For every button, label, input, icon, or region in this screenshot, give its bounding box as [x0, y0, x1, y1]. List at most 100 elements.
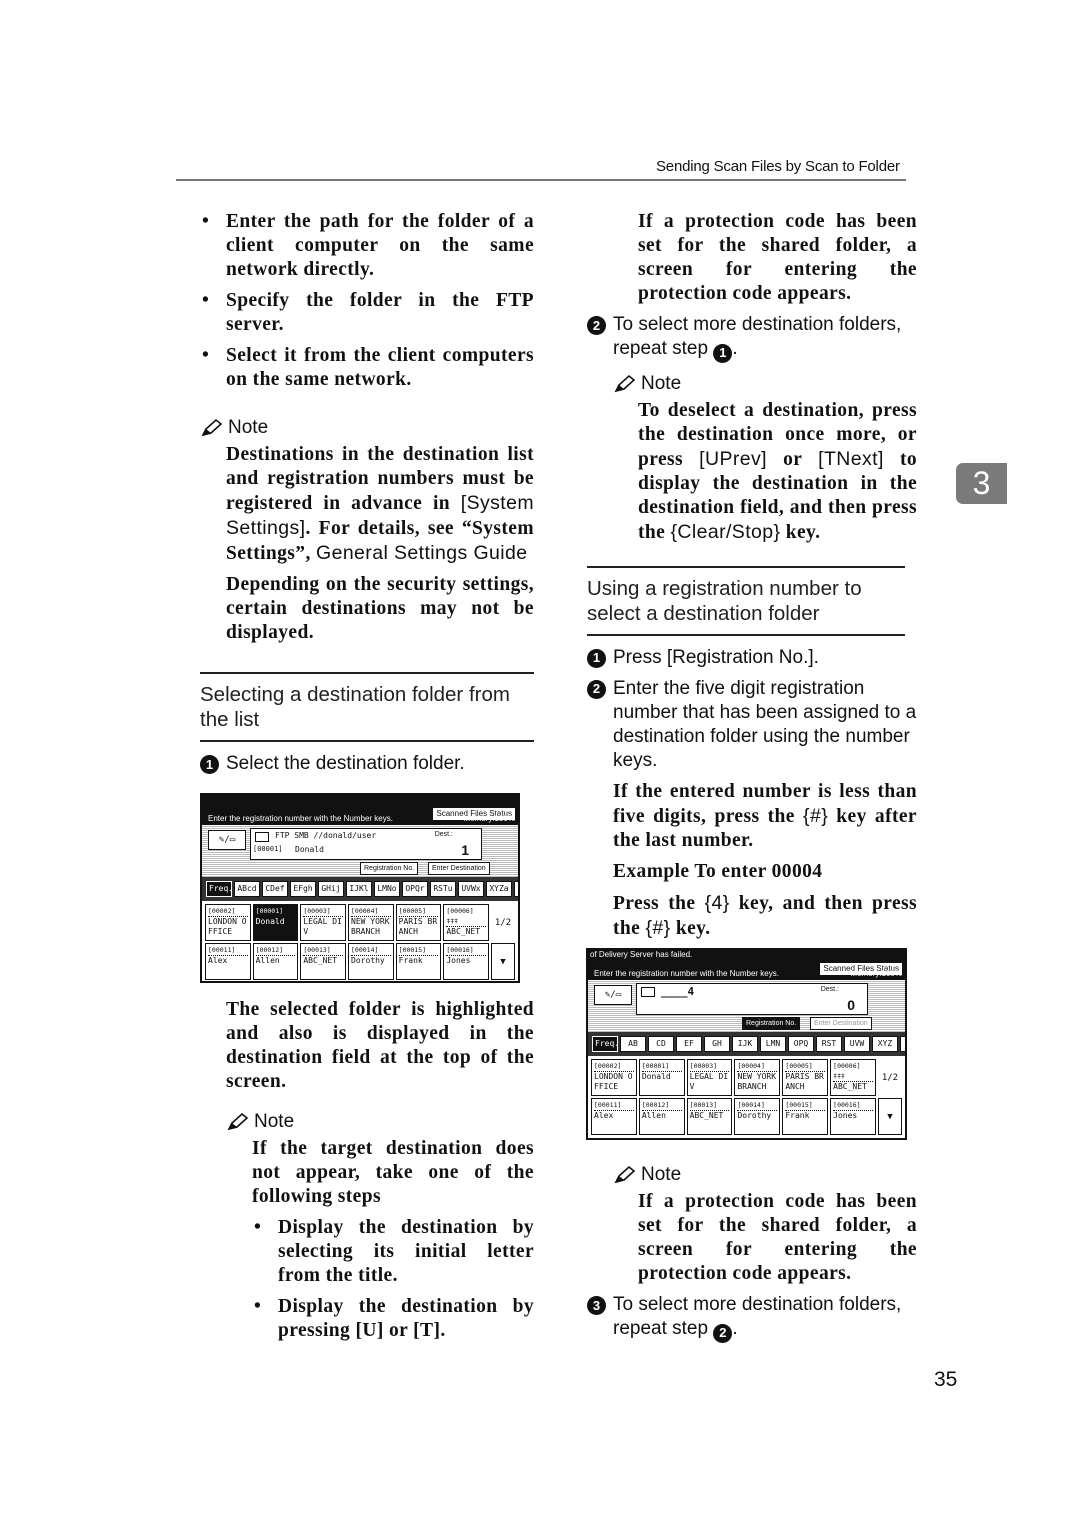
step-2: 2 To select more destination folders, re… — [587, 313, 917, 363]
tab-ijk[interactable]: IJK — [732, 1036, 758, 1052]
note-paragraph: If a protection code has been set for th… — [638, 1191, 917, 1284]
tab-cd[interactable]: CD — [648, 1036, 674, 1052]
destination-key[interactable]: [00002] LONDON O FFICE — [205, 904, 251, 941]
registration-no-button[interactable]: Registration No. — [742, 1017, 801, 1030]
tab-ab[interactable]: AB — [620, 1036, 646, 1052]
tab-xyz[interactable]: XYZ — [872, 1036, 898, 1052]
search-destination-icon[interactable]: ✎⚲ — [900, 1036, 905, 1052]
destination-field: FTP SMB //donald/user [00001] Donald Des… — [250, 828, 482, 860]
enter-destination-button[interactable]: Enter Destination — [428, 862, 490, 875]
registration-number-entry[interactable]: ____4 — [661, 985, 694, 998]
pencil-icon — [201, 418, 223, 437]
note-heading: Note — [226, 1109, 534, 1135]
tab-gh[interactable]: GH — [704, 1036, 730, 1052]
destination-key[interactable]: [00011] Alex — [205, 943, 251, 980]
destination-key[interactable]: [00014] Dorothy — [734, 1098, 781, 1135]
tab-xyza[interactable]: XYZa — [486, 881, 512, 897]
note-heading: Note — [587, 1162, 917, 1188]
step-3: 3 To select more destination folders, re… — [587, 1293, 917, 1343]
right-column: If a protection code has been set for th… — [587, 210, 917, 948]
destination-key[interactable]: [00012] Allen — [638, 1098, 685, 1135]
step-number-badge: 2 — [587, 679, 606, 699]
step-2: 2 Enter the five digit registration numb… — [587, 677, 917, 773]
tab-rst[interactable]: RST — [816, 1036, 842, 1052]
destination-name: ABC_NET — [303, 956, 338, 965]
destination-area: ✎/▭ FTP SMB //donald/user [00001] Donald… — [202, 825, 518, 877]
destination-name: LONDON O FFICE — [594, 1072, 633, 1091]
destination-name: PARIS BR ANCH — [398, 917, 438, 936]
destination-key[interactable]: [00016] Jones — [830, 1098, 876, 1135]
registration-number: [00014] — [351, 945, 391, 956]
destination-name: Dorothy — [351, 956, 385, 965]
registration-number: [00004] — [737, 1061, 778, 1072]
scroll-down-button[interactable]: ▼ — [877, 1098, 902, 1135]
registration-number: [00011] — [208, 945, 248, 956]
destination-key[interactable]: [00006] ‡‡‡ ABC_NET — [830, 1059, 876, 1096]
destination-key[interactable]: [00005] PARIS BR ANCH — [782, 1059, 829, 1096]
destination-key[interactable]: [00001] Donald — [638, 1059, 685, 1096]
destination-key[interactable]: [00002] LONDON O FFICE — [591, 1059, 637, 1096]
tab-lmn[interactable]: LMN — [760, 1036, 786, 1052]
destination-key[interactable]: [00013] ABC_NET — [686, 1098, 733, 1135]
scroll-down-button[interactable]: ▼ — [491, 943, 515, 980]
destination-name: Allen — [641, 1111, 666, 1120]
step-1: 1 Press [Registration No.]. — [587, 646, 917, 670]
note-paragraph: To deselect a destination, press the des… — [638, 399, 917, 543]
tab-efgh[interactable]: EFgh — [290, 881, 316, 897]
title-tabs: Freq. ABcd CDef EFgh GHij IJKl LMNo OPQr RSTu UVW… — [202, 877, 518, 901]
destination-grid: [00002] LONDON O FFICE [00001] Donald [00003… — [202, 901, 518, 981]
destination-key[interactable]: [00011] Alex — [591, 1098, 637, 1135]
tab-uvw[interactable]: UVW — [844, 1036, 870, 1052]
status-line: of Delivery Server has failed. — [590, 950, 693, 959]
tab-rstu[interactable]: RSTu — [430, 881, 456, 897]
tab-opqr[interactable]: OPQr — [402, 881, 428, 897]
destination-key[interactable]: [00004] NEW YORK BRANCH — [348, 904, 394, 941]
search-destination-icon[interactable]: ✎⚲ — [514, 881, 518, 897]
destination-grid: [00002] LONDON O FFICE [00001] Donald [00003… — [588, 1056, 905, 1138]
tab-ghij[interactable]: GHij — [318, 881, 344, 897]
destination-key[interactable]: [00001] Donald — [252, 904, 299, 941]
tab-cdef[interactable]: CDef — [262, 881, 288, 897]
tab-uvwx[interactable]: UVWx — [458, 881, 484, 897]
destination-key[interactable]: [00014] Dorothy — [348, 943, 394, 980]
destination-key[interactable]: [00015] Frank — [782, 1098, 829, 1135]
destination-name: LEGAL DI V — [689, 1072, 729, 1091]
note-heading: Note — [200, 415, 534, 441]
tab-freq[interactable]: Freq. — [206, 881, 233, 897]
section-rule-bottom — [200, 740, 534, 742]
tab-ef[interactable]: EF — [676, 1036, 702, 1052]
registration-number: [00006] ‡‡‡ — [833, 1061, 873, 1082]
destination-key[interactable]: [00015] Frank — [395, 943, 442, 980]
registration-no-button[interactable]: Registration No. — [360, 862, 419, 875]
page-indicator: 1/2 — [494, 917, 512, 928]
mode-toggle-button[interactable]: ✎/▭ — [208, 830, 246, 850]
tab-lmno[interactable]: LMNo — [374, 881, 400, 897]
registration-number: [00005] — [398, 906, 439, 917]
step-ref-badge: 2 — [713, 1323, 733, 1343]
destination-key[interactable]: [00004] NEW YORK BRANCH — [734, 1059, 781, 1096]
step-1: 1 Select the destination folder. — [200, 752, 534, 776]
destination-key[interactable]: [00016] Jones — [443, 943, 489, 980]
destination-key[interactable]: [00006] ‡‡‡ ABC_NET — [443, 904, 489, 941]
destination-name: LEGAL DI V — [303, 917, 342, 936]
destination-count: 0 — [847, 997, 855, 1013]
running-header-title: Sending Scan Files by Scan to Folder — [656, 158, 900, 175]
title-tabs: Freq.ABCDEFGHIJKLMNOPQRSTUVWXYZ✎⚲ — [588, 1032, 905, 1056]
destination-key[interactable]: [00005] PARIS BR ANCH — [395, 904, 442, 941]
hint-paragraph: If the entered number is less than five … — [613, 780, 917, 851]
destination-count: 1 — [461, 842, 469, 858]
tab-ijkl[interactable]: IJKl — [346, 881, 372, 897]
tab-freq[interactable]: Freq. — [592, 1036, 619, 1052]
destination-key[interactable]: [00012] Allen — [252, 943, 299, 980]
tab-abcd[interactable]: ABcd — [234, 881, 260, 897]
screen-message: Enter the registration number with the N… — [208, 814, 393, 823]
mode-toggle-button[interactable]: ✎/▭ — [594, 985, 632, 1005]
enter-destination-button[interactable]: Enter Destination — [810, 1017, 872, 1030]
control-panel-screen-regno: of Delivery Server has failed. Scanned F… — [586, 948, 907, 1140]
tab-opq[interactable]: OPQ — [788, 1036, 814, 1052]
destination-key[interactable]: [00003] LEGAL DI V — [300, 904, 346, 941]
destination-key[interactable]: [00003] LEGAL DI V — [686, 1059, 733, 1096]
section-title: Using a registration number to select a … — [587, 576, 862, 625]
step-number-badge: 2 — [587, 316, 606, 335]
destination-key[interactable]: [00013] ABC_NET — [300, 943, 346, 980]
